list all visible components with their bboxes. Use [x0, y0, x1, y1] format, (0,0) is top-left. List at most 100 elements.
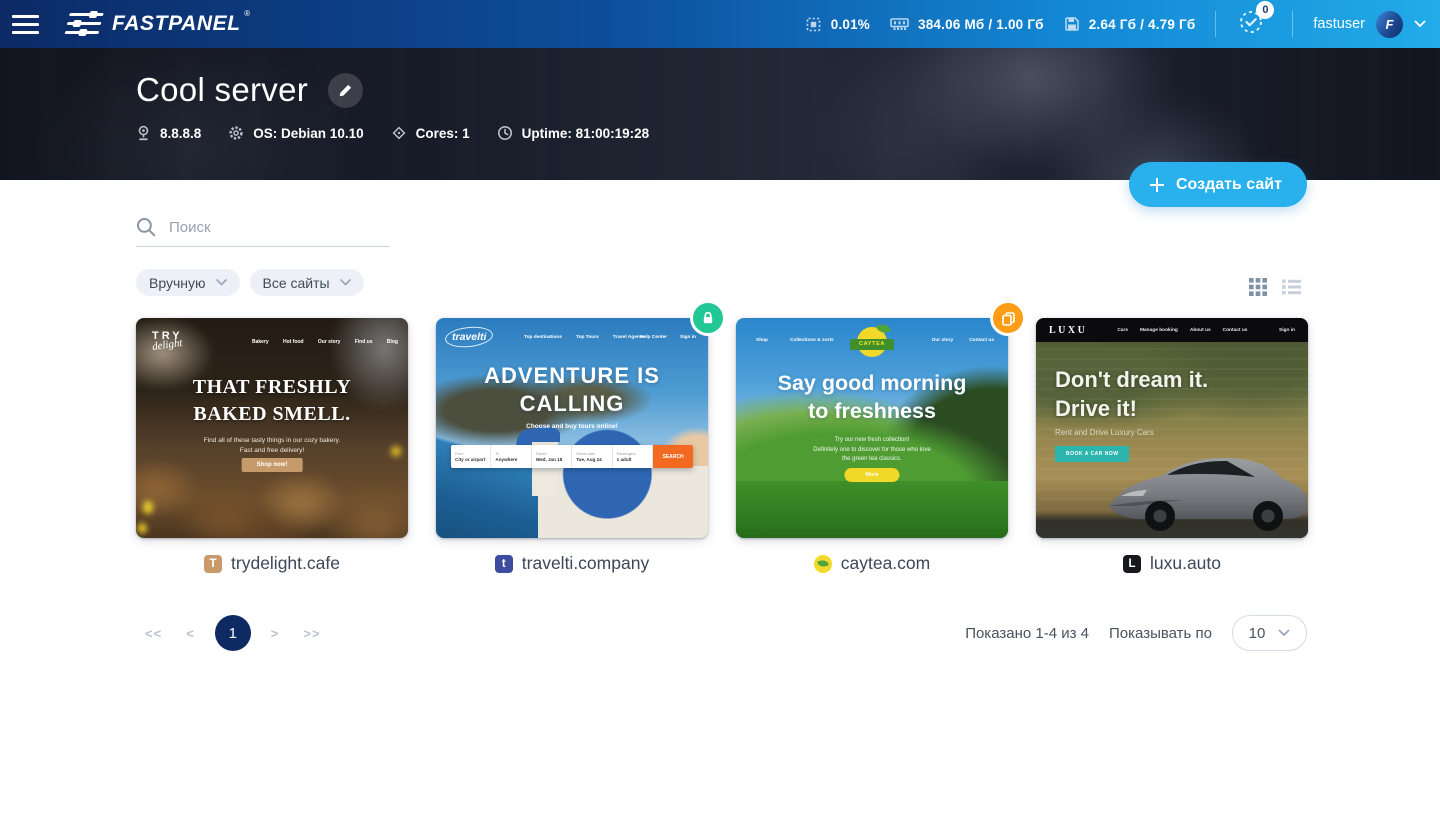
- site-favicon: T: [204, 555, 222, 573]
- pagination-page-1[interactable]: 1: [215, 615, 251, 651]
- disk-stat[interactable]: 2.64 Гб / 4.79 Гб: [1064, 16, 1196, 32]
- pagination-summary: Показано 1-4 из 4: [965, 625, 1089, 642]
- sort-filter-dropdown[interactable]: Вручную: [136, 269, 240, 296]
- thumb-nav: BakeryHot foodOur storyFind usBlog: [252, 339, 398, 345]
- site-domain-link[interactable]: L luxu.auto: [1036, 553, 1308, 574]
- thumb-logo: travelti: [452, 331, 486, 343]
- mirror-badge[interactable]: [990, 300, 1026, 336]
- thumb-subtext: Try our new fresh collection! Definitely…: [736, 436, 1008, 465]
- thumb-topbar: LUXU CarsManage bookingAbout usContact u…: [1036, 318, 1308, 342]
- site-favicon-leaf: [814, 555, 832, 573]
- list-view-button[interactable]: [1282, 278, 1301, 301]
- uptime-clock-icon: [497, 125, 513, 141]
- lock-icon: [700, 310, 716, 326]
- disk-icon: [1064, 16, 1080, 32]
- create-site-label: Создать сайт: [1176, 176, 1282, 194]
- site-thumbnail-luxu[interactable]: LUXU CarsManage bookingAbout usContact u…: [1036, 318, 1308, 538]
- site-thumbnail-travelti[interactable]: travelti Top destinationsTop ToursTravel…: [436, 318, 708, 538]
- pagination: << < 1 > >>: [136, 615, 330, 651]
- ram-value: 384.06 Мб / 1.00 Гб: [918, 17, 1044, 32]
- disk-value: 2.64 Гб / 4.79 Гб: [1089, 17, 1196, 32]
- thumb-search-button: SEARCH: [653, 445, 693, 468]
- os-gear-icon: [228, 125, 244, 141]
- thumb-logo: TRY delight: [152, 330, 183, 351]
- site-domain-link[interactable]: caytea.com: [736, 553, 1008, 574]
- grid-view-button[interactable]: [1249, 278, 1267, 301]
- site-favicon: L: [1123, 555, 1141, 573]
- site-type-filter-dropdown[interactable]: Все сайты: [250, 269, 364, 296]
- ram-stat[interactable]: 384.06 Мб / 1.00 Гб: [890, 17, 1044, 32]
- divider: [1292, 11, 1293, 37]
- edit-server-name-button[interactable]: [328, 73, 363, 108]
- per-page-label: Показывать по: [1109, 625, 1212, 642]
- thumb-nav: Top destinationsTop ToursTravel Agents: [524, 335, 644, 340]
- search-field: [136, 217, 390, 247]
- thumb-nav: CarsManage bookingAbout usContact us: [1117, 328, 1247, 333]
- site-domain: caytea.com: [841, 553, 930, 574]
- user-menu[interactable]: fastuser F: [1313, 11, 1426, 38]
- server-cores: Cores: 1: [391, 125, 470, 141]
- list-view-icon: [1282, 278, 1301, 296]
- tasks-count-badge: 0: [1256, 1, 1274, 19]
- divider: [1215, 11, 1216, 37]
- registered-mark: ®: [244, 9, 251, 18]
- thumb-subtext: Find all of these tasty things in our co…: [136, 436, 408, 456]
- create-site-button[interactable]: Создать сайт: [1129, 162, 1307, 207]
- pagination-prev[interactable]: <: [177, 626, 204, 641]
- chevron-down-icon: [340, 279, 351, 286]
- copy-icon: [1000, 310, 1017, 327]
- topbar: FASTPANEL® 0.01% 384.06 Мб / 1.00 Гб 2.6…: [0, 0, 1440, 48]
- site-type-filter-label: Все сайты: [263, 275, 330, 291]
- avatar: F: [1376, 11, 1403, 38]
- site-card-trydelight: TRY delight BakeryHot foodOur storyFind …: [136, 318, 408, 574]
- thumb-logo: CAYTEA: [852, 324, 892, 360]
- site-domain-link[interactable]: T trydelight.cafe: [136, 553, 408, 574]
- site-thumbnail-trydelight[interactable]: TRY delight BakeryHot foodOur storyFind …: [136, 318, 408, 538]
- per-page-select[interactable]: 10: [1232, 615, 1307, 651]
- server-uptime: Uptime: 81:00:19:28: [497, 125, 650, 141]
- chevron-down-icon: [216, 279, 227, 286]
- thumb-subtext: Rent and Drive Luxury Cars: [1055, 428, 1154, 437]
- page-title: Cool server: [136, 71, 308, 109]
- thumb-heading: THAT FRESHLY BAKED SMELL.: [136, 374, 408, 428]
- search-input[interactable]: [169, 219, 374, 236]
- site-thumbnail-caytea[interactable]: ShopCollections & sorts Our storyContact…: [736, 318, 1008, 538]
- ssl-badge[interactable]: [690, 300, 726, 336]
- server-header: Cool server 8.8.8.8 OS: Debian 10.10 Cor…: [0, 48, 1440, 180]
- thumb-nav-right: Help CenterSign in: [640, 335, 696, 340]
- site-domain-link[interactable]: t travelti.company: [436, 553, 708, 574]
- thumb-heading: ADVENTURE IS CALLING: [436, 362, 708, 418]
- site-domain: luxu.auto: [1150, 553, 1221, 574]
- site-favicon: t: [495, 555, 513, 573]
- fastpanel-logo-text: FASTPANEL®: [112, 12, 251, 36]
- pagination-next[interactable]: >: [262, 626, 289, 641]
- cpu-stat[interactable]: 0.01%: [805, 16, 870, 33]
- pagination-first[interactable]: <<: [136, 626, 171, 641]
- thumb-nav: ShopCollections & sorts: [756, 338, 834, 343]
- thumb-search-bar: FromCity or airport ToAnywhere DepartWed…: [451, 445, 693, 468]
- thumb-nav-right: Our storyContact us: [932, 338, 994, 343]
- ram-icon: [890, 17, 909, 31]
- thumb-heading: Say good morning to freshness: [736, 370, 1008, 425]
- fastpanel-logo-icon: [64, 11, 106, 37]
- sort-filter-label: Вручную: [149, 275, 206, 291]
- chevron-down-icon: [1278, 629, 1290, 637]
- thumb-cta-button: Shop now!: [242, 458, 303, 472]
- site-card-travelti: travelti Top destinationsTop ToursTravel…: [436, 318, 708, 574]
- username: fastuser: [1313, 16, 1365, 32]
- tasks-button[interactable]: 0: [1238, 9, 1264, 40]
- thumb-heading: Don't dream it. Drive it!: [1055, 365, 1208, 423]
- chevron-down-icon: [1414, 20, 1426, 28]
- pagination-last[interactable]: >>: [294, 626, 329, 641]
- server-ip: 8.8.8.8: [136, 125, 201, 141]
- thumb-subtext: Choose and buy tours online!: [436, 423, 708, 430]
- fastpanel-logo[interactable]: FASTPANEL®: [67, 11, 251, 37]
- menu-icon[interactable]: [12, 15, 39, 34]
- plus-icon: [1148, 176, 1166, 194]
- edit-pencil-icon: [338, 83, 353, 98]
- thumb-cta-button: More: [844, 468, 899, 482]
- bakery-photo: [136, 318, 408, 538]
- site-domain: travelti.company: [522, 553, 649, 574]
- cpu-value: 0.01%: [831, 17, 870, 32]
- search-icon: [136, 217, 156, 237]
